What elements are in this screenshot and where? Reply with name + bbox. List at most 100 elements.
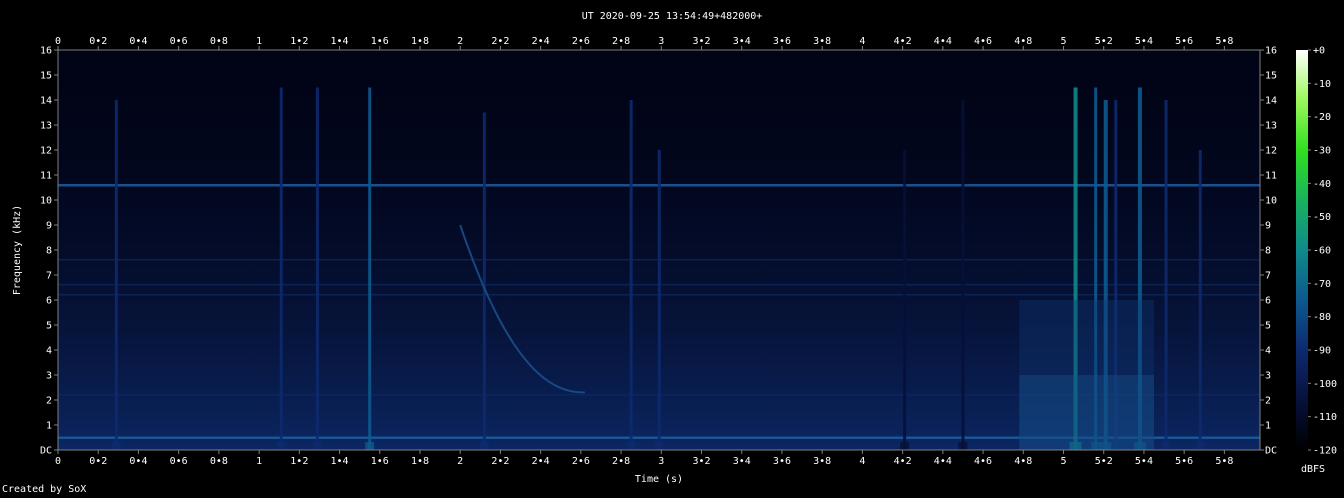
x-tick-label-top: 5•8 (1215, 36, 1233, 47)
transient-base (365, 442, 375, 450)
x-tick-label-bottom: 3 (658, 456, 664, 467)
x-tick-label-top: 1•6 (371, 36, 389, 47)
x-tick-label-top: 4 (859, 36, 865, 47)
y-tick-label-right: 7 (1265, 271, 1271, 282)
x-tick-label-top: 5•2 (1095, 36, 1113, 47)
x-tick-label-bottom: 4•6 (974, 456, 992, 467)
y-tick-label-left: 4 (46, 346, 52, 357)
x-tick-label-bottom: 1•2 (290, 456, 308, 467)
x-axis-label: Time (s) (635, 474, 683, 485)
y-tick-label-left: 8 (46, 246, 52, 257)
x-tick-label-top: 1 (256, 36, 262, 47)
transient-base (958, 442, 968, 450)
y-tick-label-left: 16 (40, 46, 52, 57)
transient-streak (1198, 150, 1202, 450)
transient-base (900, 442, 910, 450)
y-tick-label-left: 2 (46, 396, 52, 407)
x-tick-label-bottom: 5•2 (1095, 456, 1113, 467)
y-tick-label-right: 14 (1265, 96, 1277, 107)
transient-streak (629, 100, 633, 450)
x-tick-label-bottom: 2•4 (532, 456, 550, 467)
colorbar-tick-label: -100 (1313, 379, 1337, 390)
colorbar-tick-label: -30 (1313, 146, 1331, 157)
x-tick-label-bottom: 1•4 (331, 456, 349, 467)
x-tick-label-top: 0•8 (210, 36, 228, 47)
y-tick-label-left: 7 (46, 271, 52, 282)
y-tick-label-left: 6 (46, 296, 52, 307)
y-tick-label-right: 9 (1265, 221, 1271, 232)
y-tick-label-left: 5 (46, 321, 52, 332)
x-tick-label-bottom: 5•6 (1175, 456, 1193, 467)
colorbar-tick-label: -80 (1313, 312, 1331, 323)
y-tick-label-right: 3 (1265, 371, 1271, 382)
x-tick-label-bottom: 5•8 (1215, 456, 1233, 467)
y-tick-label-right: 5 (1265, 321, 1271, 332)
y-tick-label-right: 6 (1265, 296, 1271, 307)
transient-base (312, 442, 322, 450)
x-tick-label-top: 2•6 (572, 36, 590, 47)
x-tick-label-top: 3•2 (692, 36, 710, 47)
y-tick-label-right: 8 (1265, 246, 1271, 257)
x-tick-label-top: 3 (658, 36, 664, 47)
transient-base (111, 442, 121, 450)
x-tick-label-bottom: 5•4 (1135, 456, 1153, 467)
x-tick-label-top: 5•6 (1175, 36, 1193, 47)
x-tick-label-bottom: 2•8 (612, 456, 630, 467)
y-tick-label-right: 13 (1265, 121, 1277, 132)
x-tick-label-bottom: 5 (1060, 456, 1066, 467)
colorbar-label: dBFS (1301, 464, 1325, 475)
colorbar-tick-label: -110 (1313, 412, 1337, 423)
x-tick-label-bottom: 4•4 (934, 456, 952, 467)
y-tick-label-left: 13 (40, 121, 52, 132)
x-tick-label-top: 3•8 (813, 36, 831, 47)
colorbar-tick-label: -20 (1313, 112, 1331, 123)
x-tick-label-bottom: 3•4 (733, 456, 751, 467)
y-tick-label-left: 12 (40, 146, 52, 157)
transient-streak (1164, 100, 1168, 450)
x-tick-label-bottom: 0•4 (129, 456, 147, 467)
y-tick-label-right: 15 (1265, 71, 1277, 82)
x-tick-label-bottom: 4•8 (1014, 456, 1032, 467)
colorbar-tick-label: -50 (1313, 212, 1331, 223)
x-tick-label-top: 0•4 (129, 36, 147, 47)
transient-streak (279, 87, 283, 450)
x-tick-label-bottom: 1•8 (411, 456, 429, 467)
x-tick-label-top: 3•6 (773, 36, 791, 47)
y-tick-label-right: DC (1265, 446, 1277, 457)
x-tick-label-bottom: 2•2 (491, 456, 509, 467)
x-tick-label-top: 4•4 (934, 36, 952, 47)
y-tick-label-right: 10 (1265, 196, 1277, 207)
transient-base (1195, 442, 1205, 450)
y-tick-label-left: DC (40, 446, 52, 457)
y-tick-label-right: 1 (1265, 421, 1271, 432)
colorbar-tick-label: -70 (1313, 279, 1331, 290)
y-tick-label-right: 2 (1265, 396, 1271, 407)
transient-streak (482, 112, 486, 450)
x-tick-label-bottom: 0•6 (170, 456, 188, 467)
transient-streak (657, 150, 661, 450)
x-tick-label-top: 3•4 (733, 36, 751, 47)
x-tick-label-bottom: 0•2 (89, 456, 107, 467)
x-tick-label-bottom: 0•8 (210, 456, 228, 467)
colorbar-tick-label: -40 (1313, 179, 1331, 190)
colorbar-tick-label: +0 (1313, 46, 1325, 57)
transient-base (1161, 442, 1171, 450)
created-by-credit: Created by SoX (2, 484, 87, 495)
colorbar (1296, 50, 1308, 450)
y-tick-label-left: 3 (46, 371, 52, 382)
x-tick-label-bottom: 4 (859, 456, 865, 467)
colorbar-tick-label: -60 (1313, 246, 1331, 257)
x-tick-label-bottom: 0 (55, 456, 61, 467)
colorbar-tick-label: -10 (1313, 79, 1331, 90)
y-tick-label-right: 12 (1265, 146, 1277, 157)
y-tick-label-left: 14 (40, 96, 52, 107)
x-tick-label-top: 2 (457, 36, 463, 47)
transient-base (276, 442, 286, 450)
transient-streak (315, 87, 319, 450)
y-tick-label-left: 10 (40, 196, 52, 207)
x-tick-label-top: 1•8 (411, 36, 429, 47)
x-tick-label-top: 4•8 (1014, 36, 1032, 47)
x-tick-label-bottom: 3•8 (813, 456, 831, 467)
x-tick-label-bottom: 1•6 (371, 456, 389, 467)
y-tick-label-left: 1 (46, 421, 52, 432)
